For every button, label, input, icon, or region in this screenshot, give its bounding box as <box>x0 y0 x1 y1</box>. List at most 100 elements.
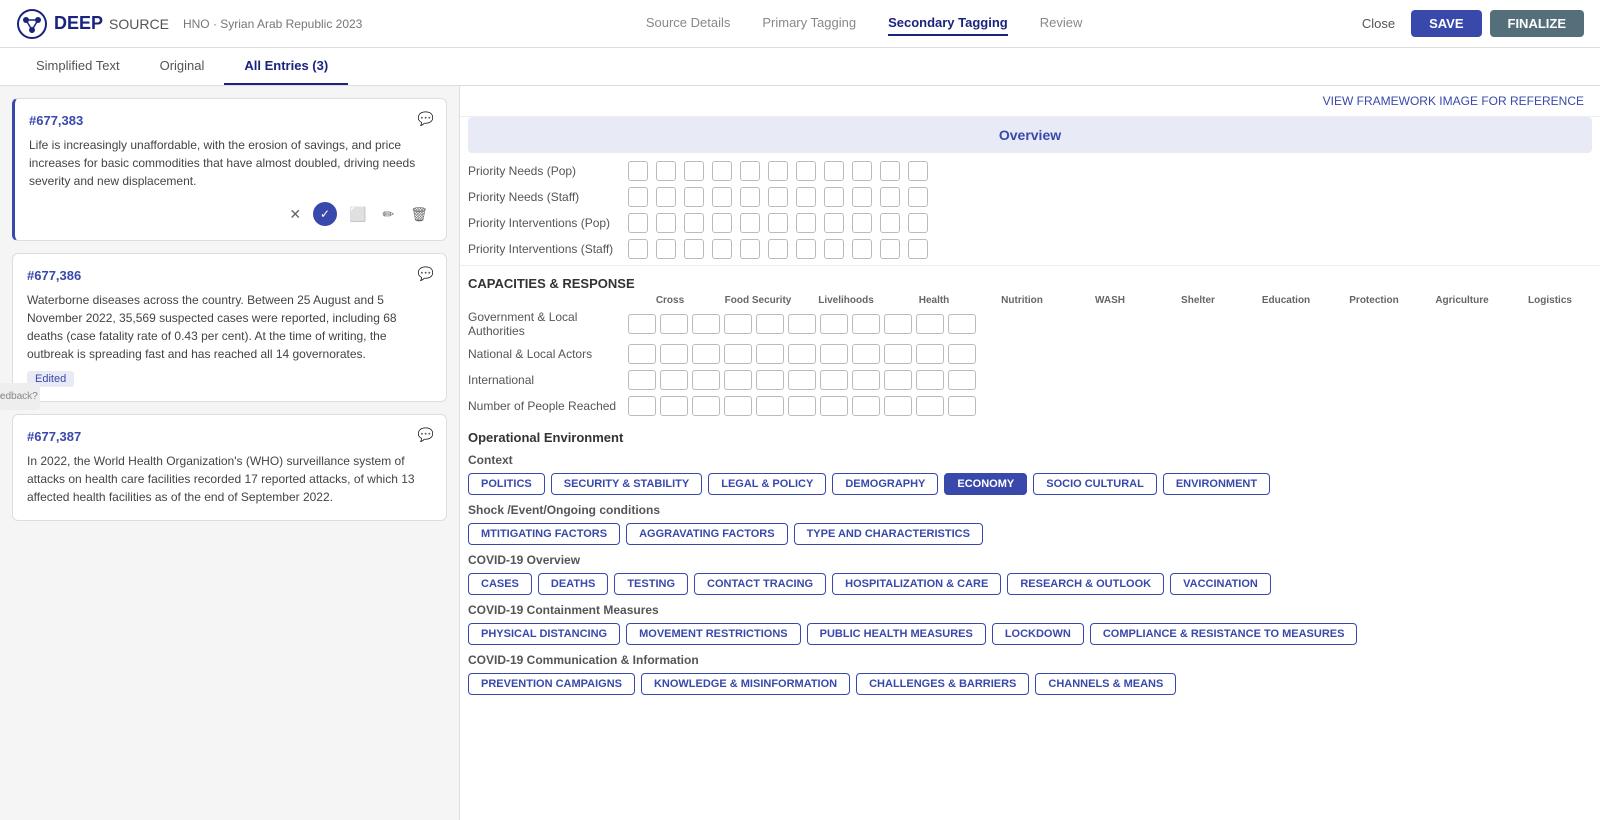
cb-int-11[interactable] <box>948 370 976 390</box>
edit-button-677383[interactable]: ✏ <box>378 204 398 225</box>
cb-pns-8[interactable] <box>824 187 844 207</box>
tag-research[interactable]: RESEARCH & OUTLOOK <box>1007 573 1164 595</box>
cb-ppl-3[interactable] <box>692 396 720 416</box>
cb-int-8[interactable] <box>852 370 880 390</box>
cb-gov-5[interactable] <box>756 314 784 334</box>
cb-pis-11[interactable] <box>908 239 928 259</box>
tab-primary-tagging[interactable]: Primary Tagging <box>762 11 856 36</box>
tag-physical-distancing[interactable]: PHYSICAL DISTANCING <box>468 623 620 645</box>
cb-pnp-9[interactable] <box>852 161 872 181</box>
reject-button-677383[interactable]: ✕ <box>285 204 305 225</box>
cb-pnp-8[interactable] <box>824 161 844 181</box>
cb-pip-1[interactable] <box>628 213 648 233</box>
cb-nat-11[interactable] <box>948 344 976 364</box>
cb-gov-6[interactable] <box>788 314 816 334</box>
cb-pis-6[interactable] <box>768 239 788 259</box>
tag-testing[interactable]: TESTING <box>614 573 688 595</box>
cb-int-4[interactable] <box>724 370 752 390</box>
tag-mitigating[interactable]: MTITIGATING FACTORS <box>468 523 620 545</box>
cb-pis-9[interactable] <box>852 239 872 259</box>
tag-socio-cultural[interactable]: SOCIO CULTURAL <box>1033 473 1157 495</box>
cb-pns-2[interactable] <box>656 187 676 207</box>
cb-gov-2[interactable] <box>660 314 688 334</box>
cb-pip-2[interactable] <box>656 213 676 233</box>
copy-button-677383[interactable]: ⬜ <box>345 204 370 225</box>
cb-ppl-7[interactable] <box>820 396 848 416</box>
tag-demography[interactable]: DEMOGRAPHY <box>832 473 938 495</box>
tag-movement-restrictions[interactable]: MOVEMENT RESTRICTIONS <box>626 623 801 645</box>
cb-int-1[interactable] <box>628 370 656 390</box>
tag-politics[interactable]: POLITICS <box>468 473 545 495</box>
tag-aggravating[interactable]: AGGRAVATING FACTORS <box>626 523 787 545</box>
cb-pnp-6[interactable] <box>768 161 788 181</box>
cb-ppl-4[interactable] <box>724 396 752 416</box>
tag-lockdown[interactable]: LOCKDOWN <box>992 623 1084 645</box>
cb-gov-7[interactable] <box>820 314 848 334</box>
cb-nat-8[interactable] <box>852 344 880 364</box>
cb-pnp-11[interactable] <box>908 161 928 181</box>
cb-pip-4[interactable] <box>712 213 732 233</box>
cb-pnp-5[interactable] <box>740 161 760 181</box>
tag-economy[interactable]: ECONOMY <box>944 473 1027 495</box>
tab-secondary-tagging[interactable]: Secondary Tagging <box>888 11 1008 36</box>
finalize-button[interactable]: FINALIZE <box>1490 10 1585 37</box>
cb-pnp-10[interactable] <box>880 161 900 181</box>
cb-nat-2[interactable] <box>660 344 688 364</box>
cb-ppl-5[interactable] <box>756 396 784 416</box>
tag-type-characteristics[interactable]: TYPE AND CHARACTERISTICS <box>794 523 983 545</box>
tag-knowledge-misinformation[interactable]: KNOWLEDGE & MISINFORMATION <box>641 673 850 695</box>
cb-pis-8[interactable] <box>824 239 844 259</box>
cb-ppl-6[interactable] <box>788 396 816 416</box>
cb-pns-3[interactable] <box>684 187 704 207</box>
cb-int-10[interactable] <box>916 370 944 390</box>
tag-hospitalization[interactable]: HOSPITALIZATION & CARE <box>832 573 1001 595</box>
tag-challenges-barriers[interactable]: CHALLENGES & BARRIERS <box>856 673 1029 695</box>
cb-gov-9[interactable] <box>884 314 912 334</box>
cb-ppl-8[interactable] <box>852 396 880 416</box>
cb-pis-2[interactable] <box>656 239 676 259</box>
tag-legal-policy[interactable]: LEGAL & POLICY <box>708 473 826 495</box>
cb-pis-4[interactable] <box>712 239 732 259</box>
cb-ppl-2[interactable] <box>660 396 688 416</box>
cb-ppl-1[interactable] <box>628 396 656 416</box>
close-button[interactable]: Close <box>1354 12 1403 35</box>
cb-gov-8[interactable] <box>852 314 880 334</box>
tag-contact-tracing[interactable]: CONTACT TRACING <box>694 573 826 595</box>
cb-pns-1[interactable] <box>628 187 648 207</box>
cb-ppl-9[interactable] <box>884 396 912 416</box>
cb-pnp-7[interactable] <box>796 161 816 181</box>
cb-pnp-3[interactable] <box>684 161 704 181</box>
tag-security-stability[interactable]: SECURITY & STABILITY <box>551 473 703 495</box>
tab-source-details[interactable]: Source Details <box>646 11 731 36</box>
cb-pns-11[interactable] <box>908 187 928 207</box>
cb-ppl-10[interactable] <box>916 396 944 416</box>
comment-icon-677383[interactable]: 💬 <box>418 111 434 127</box>
cb-int-5[interactable] <box>756 370 784 390</box>
cb-int-9[interactable] <box>884 370 912 390</box>
tag-vaccination[interactable]: VACCINATION <box>1170 573 1271 595</box>
cb-pip-11[interactable] <box>908 213 928 233</box>
tag-cases[interactable]: CASES <box>468 573 532 595</box>
cb-nat-6[interactable] <box>788 344 816 364</box>
comment-icon-677387[interactable]: 💬 <box>418 427 434 443</box>
cb-nat-3[interactable] <box>692 344 720 364</box>
cb-nat-7[interactable] <box>820 344 848 364</box>
cb-pip-5[interactable] <box>740 213 760 233</box>
tag-compliance[interactable]: COMPLIANCE & RESISTANCE TO MEASURES <box>1090 623 1358 645</box>
cb-nat-4[interactable] <box>724 344 752 364</box>
cb-gov-3[interactable] <box>692 314 720 334</box>
tag-public-health[interactable]: PUBLIC HEALTH MEASURES <box>807 623 986 645</box>
cb-gov-4[interactable] <box>724 314 752 334</box>
cb-pns-6[interactable] <box>768 187 788 207</box>
tab-simplified-text[interactable]: Simplified Text <box>16 48 140 85</box>
feedback-tab[interactable]: Bug / Feedback? <box>0 383 40 410</box>
cb-pnp-2[interactable] <box>656 161 676 181</box>
approve-button-677383[interactable]: ✓ <box>313 202 337 226</box>
cb-pnp-4[interactable] <box>712 161 732 181</box>
cb-ppl-11[interactable] <box>948 396 976 416</box>
cb-gov-11[interactable] <box>948 314 976 334</box>
comment-icon-677386[interactable]: 💬 <box>418 266 434 282</box>
cb-gov-10[interactable] <box>916 314 944 334</box>
save-button[interactable]: SAVE <box>1411 10 1481 37</box>
delete-button-677383[interactable]: 🗑 <box>406 204 432 225</box>
